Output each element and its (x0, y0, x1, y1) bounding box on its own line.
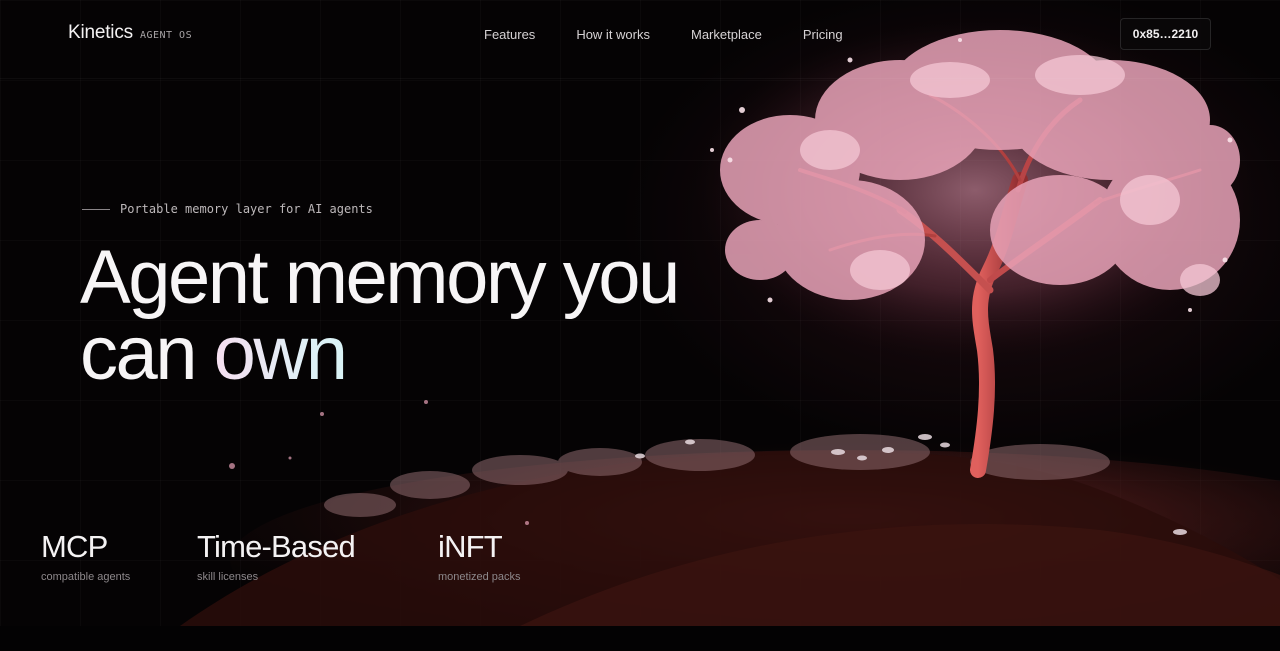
stat-value: Time-Based (197, 529, 356, 564)
eyebrow-rule (82, 208, 110, 210)
stat-value: iNFT (438, 529, 503, 564)
wallet-address-button[interactable]: 0x85…2210 (1120, 18, 1211, 50)
stat-inft: iNFT monetized packs (438, 529, 521, 584)
stat-time-based: Time-Based skill licenses (197, 529, 356, 584)
top-navigation: Kinetics AGENT OS Features How it works … (0, 0, 1280, 70)
stat-label: monetized packs (438, 571, 521, 583)
brand-name: Kinetics (68, 22, 133, 43)
nav-link-marketplace[interactable]: Marketplace (691, 27, 762, 42)
hero-eyebrow: Portable memory layer for AI agents (82, 202, 373, 216)
headline-accent: own (213, 311, 348, 396)
brand-logo[interactable]: Kinetics AGENT OS (68, 22, 192, 44)
nav-link-how-it-works[interactable]: How it works (576, 27, 650, 42)
bottom-strip (0, 626, 1280, 651)
stat-value: MCP (41, 529, 108, 564)
nav-links: Features How it works Marketplace Pricin… (484, 27, 884, 42)
hero-headline: Agent memory you can own (80, 240, 680, 392)
eyebrow-text: Portable memory layer for AI agents (120, 202, 373, 216)
nav-link-pricing[interactable]: Pricing (803, 27, 843, 42)
headline-line-2: can (80, 311, 214, 396)
stat-mcp: MCP compatible agents (41, 529, 131, 584)
headline-line-1: Agent memory you (80, 235, 680, 320)
nav-divider (0, 78, 1280, 79)
landing-page: Kinetics AGENT OS Features How it works … (0, 0, 1280, 651)
hero-section: Kinetics AGENT OS Features How it works … (0, 0, 1280, 626)
stat-label: compatible agents (41, 571, 131, 583)
stat-label: skill licenses (197, 571, 259, 583)
brand-tag: AGENT OS (139, 30, 193, 41)
nav-link-features[interactable]: Features (484, 27, 535, 42)
